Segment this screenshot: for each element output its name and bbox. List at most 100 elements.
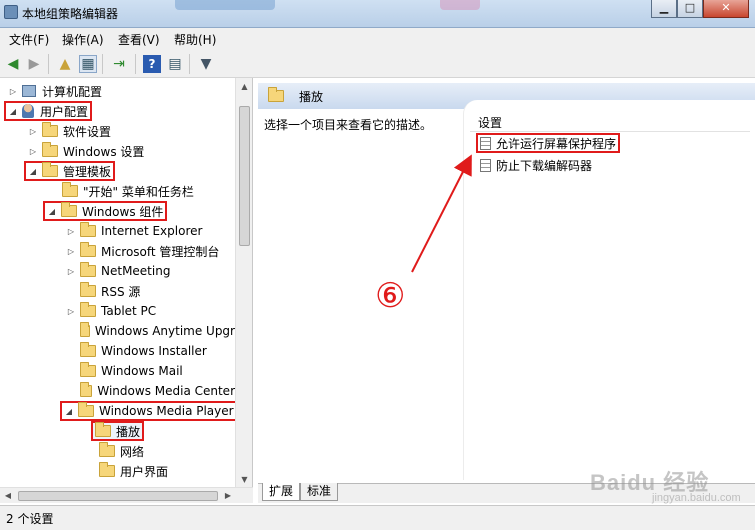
folder-icon: [42, 122, 58, 137]
tree-node-mail[interactable]: Windows Mail: [80, 361, 183, 381]
scroll-left-icon[interactable]: ◀: [0, 488, 16, 504]
setting-allow-screensaver[interactable]: 允许运行屏幕保护程序: [476, 133, 621, 153]
tree-label: Microsoft 管理控制台: [101, 244, 220, 259]
tree-label: 播放: [116, 424, 141, 439]
collapse-arrow-icon[interactable]: ◢: [64, 407, 74, 416]
expand-arrow-icon[interactable]: ▷: [66, 227, 76, 236]
expand-arrow-icon[interactable]: ▷: [66, 267, 76, 276]
tree-node-mmc[interactable]: ▷ Microsoft 管理控制台: [66, 241, 219, 261]
setting-label: 允许运行屏幕保护程序: [496, 136, 617, 151]
tree-label: Windows Media Player: [99, 404, 234, 418]
tree-node-netmeeting[interactable]: ▷ NetMeeting: [66, 261, 170, 281]
filter-icon[interactable]: ▼: [197, 55, 215, 73]
tree-node-playback[interactable]: 播放: [91, 421, 145, 441]
properties-icon[interactable]: ▤: [166, 55, 184, 73]
tree-node-windows-components[interactable]: ◢ Windows 组件: [43, 201, 168, 221]
tree-node-windows-settings[interactable]: ▷ Windows 设置: [28, 141, 144, 161]
tree-node-internet-explorer[interactable]: ▷ Internet Explorer: [66, 221, 202, 241]
toolbar-separator: [48, 54, 49, 74]
scroll-up-icon[interactable]: ▲: [236, 78, 253, 95]
folder-icon: [80, 342, 96, 357]
tree-label: Windows Media Center: [97, 384, 235, 398]
folder-icon: [80, 362, 96, 377]
menu-bar: 文件(F) 操作(A) 查看(V) 帮助(H): [0, 28, 755, 50]
toolbar-separator: [135, 54, 136, 74]
tree-node-network[interactable]: 网络: [99, 441, 144, 461]
setting-label: 防止下载编解码器: [496, 158, 593, 173]
tab-standard[interactable]: 标准: [300, 483, 339, 501]
folder-icon: [78, 402, 94, 417]
menu-action[interactable]: 操作(A): [62, 31, 104, 48]
tree-node-rss[interactable]: RSS 源: [80, 281, 140, 301]
policy-icon: [480, 136, 491, 150]
tree-label: 管理模板: [63, 164, 112, 179]
forward-arrow-icon[interactable]: ▶: [25, 55, 43, 73]
minimize-button[interactable]: ▁: [651, 0, 677, 18]
show-hide-tree-icon[interactable]: ▦: [79, 55, 97, 73]
expand-arrow-icon[interactable]: ▷: [8, 87, 18, 96]
baidu-watermark: Baidu 经验 jingyan.baidu.com: [590, 465, 741, 504]
toolbar-separator: [189, 54, 190, 74]
scroll-thumb[interactable]: [239, 106, 250, 246]
tree-label: 用户界面: [120, 464, 169, 479]
tree-label: "开始" 菜单和任务栏: [83, 184, 194, 199]
status-text: 2 个设置: [6, 512, 54, 526]
tree-node-installer[interactable]: Windows Installer: [80, 341, 207, 361]
tree-node-computer-config[interactable]: ▷ 计算机配置: [8, 81, 102, 101]
tree-label: Windows 设置: [63, 144, 145, 159]
collapse-arrow-icon[interactable]: ◢: [47, 207, 57, 216]
tree-label: 计算机配置: [42, 84, 103, 99]
tree-pane: ▷ 计算机配置 ◢ 用户配置 ▷ 软件设置 ▷ Windows 设置 ◢ 管理模…: [0, 78, 253, 503]
policy-icon: [480, 158, 491, 172]
export-list-icon[interactable]: ⇥: [110, 55, 128, 73]
collapse-arrow-icon[interactable]: ◢: [8, 107, 18, 116]
tree-node-user-interface[interactable]: 用户界面: [99, 461, 168, 481]
details-title: 播放: [299, 89, 324, 104]
expand-arrow-icon[interactable]: ▷: [28, 147, 38, 156]
blurred-background: [440, 0, 480, 10]
tree-node-anytime-upgrade[interactable]: Windows Anytime Upgr: [80, 321, 235, 341]
setting-prevent-codec-download[interactable]: 防止下载编解码器: [476, 155, 592, 175]
tree-node-admin-templates[interactable]: ◢ 管理模板: [24, 161, 116, 181]
folder-icon: [42, 162, 58, 177]
folder-icon: [80, 302, 96, 317]
settings-list: 设置 允许运行屏幕保护程序 防止下载编解码器: [463, 100, 755, 480]
expand-arrow-icon[interactable]: ▷: [66, 247, 76, 256]
tree-label: NetMeeting: [101, 264, 171, 278]
scroll-right-icon[interactable]: ▶: [220, 488, 236, 504]
tree-node-media-player[interactable]: ◢ Windows Media Player: [60, 401, 235, 421]
scroll-thumb[interactable]: [18, 491, 218, 501]
tree-node-start-menu[interactable]: "开始" 菜单和任务栏: [62, 181, 194, 201]
folder-icon: [80, 282, 96, 297]
menu-help[interactable]: 帮助(H): [174, 31, 216, 48]
folder-icon: [80, 382, 93, 397]
menu-file[interactable]: 文件(F): [9, 31, 49, 48]
tree-label: Windows Installer: [101, 344, 207, 358]
details-pane: 播放 选择一个项目来查看它的描述。 设置 允许运行屏幕保护程序 防止下载编解码器: [258, 78, 755, 503]
tree-node-software-settings[interactable]: ▷ 软件设置: [28, 121, 111, 141]
tree-horizontal-scrollbar[interactable]: ◀ ▶: [0, 487, 253, 503]
tab-extended[interactable]: 扩展: [262, 483, 301, 501]
help-icon[interactable]: ?: [143, 55, 161, 73]
folder-icon: [99, 442, 115, 457]
scroll-down-icon[interactable]: ▼: [236, 471, 253, 488]
tree-node-user-config[interactable]: ◢ 用户配置: [4, 101, 93, 121]
collapse-arrow-icon[interactable]: ◢: [28, 167, 38, 176]
tree-label: Tablet PC: [101, 304, 157, 318]
expand-arrow-icon[interactable]: ▷: [28, 127, 38, 136]
tree-label: 用户配置: [40, 104, 89, 119]
expand-arrow-icon[interactable]: ▷: [66, 307, 76, 316]
tree-label: RSS 源: [101, 284, 141, 299]
app-icon: [4, 5, 18, 19]
settings-column-header[interactable]: 设置: [478, 114, 502, 131]
user-icon: [22, 104, 34, 118]
close-button[interactable]: ✕: [703, 0, 749, 18]
up-folder-icon[interactable]: ▲: [56, 55, 74, 73]
tree-node-tablet-pc[interactable]: ▷ Tablet PC: [66, 301, 156, 321]
title-bar: 本地组策略编辑器 ▁ □ ✕: [0, 0, 755, 28]
maximize-button[interactable]: □: [677, 0, 703, 18]
back-arrow-icon[interactable]: ◀: [4, 55, 22, 73]
tree-vertical-scrollbar[interactable]: ▲ ▼: [235, 78, 252, 488]
menu-view[interactable]: 查看(V): [118, 31, 160, 48]
tree-node-media-center[interactable]: Windows Media Center: [80, 381, 235, 401]
